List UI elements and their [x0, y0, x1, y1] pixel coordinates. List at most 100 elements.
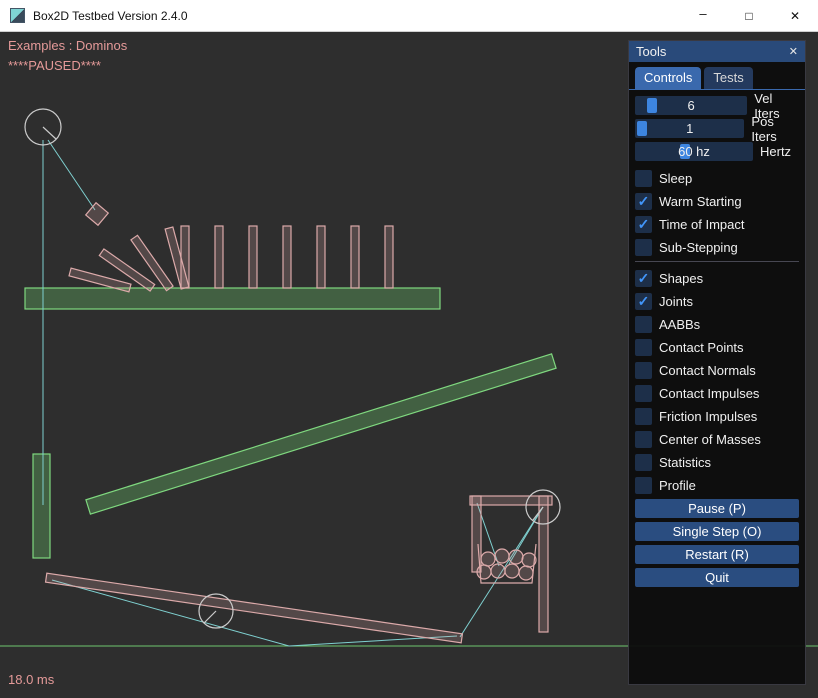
- checkbox-time-of-impact[interactable]: ✓: [635, 216, 652, 233]
- checkbox-sub-stepping[interactable]: [635, 239, 652, 256]
- checkbox-label: Friction Impulses: [659, 409, 757, 424]
- checkbox-label: Contact Points: [659, 340, 744, 355]
- checkbox-row-warm-starting: ✓ Warm Starting: [635, 192, 799, 211]
- minimize-button[interactable]: –: [680, 0, 726, 32]
- checkbox-row-profile: Profile: [635, 476, 799, 495]
- checkbox-sleep[interactable]: [635, 170, 652, 187]
- dynamic-bodies: [46, 203, 552, 643]
- check-icon: ✓: [638, 293, 650, 310]
- vel-iters-value: 6: [688, 98, 695, 113]
- ball: [481, 552, 495, 566]
- ball: [522, 553, 536, 567]
- checkbox-label: Warm Starting: [659, 194, 742, 209]
- frame-right-post: [539, 496, 548, 632]
- single-step-button[interactable]: Single Step (O): [635, 522, 799, 541]
- checkbox-label: Contact Impulses: [659, 386, 759, 401]
- checkbox-row-joints: ✓ Joints: [635, 292, 799, 311]
- slider-grab[interactable]: [647, 98, 657, 113]
- check-icon: ✓: [638, 193, 650, 210]
- checkbox-profile[interactable]: [635, 477, 652, 494]
- ball: [491, 564, 505, 578]
- hertz-label: Hertz: [760, 144, 791, 159]
- hertz-value: 60 hz: [678, 144, 710, 159]
- tilted-plank: [46, 573, 463, 643]
- checkbox-row-statistics: Statistics: [635, 453, 799, 472]
- tab-tests[interactable]: Tests: [704, 67, 752, 89]
- window-title: Box2D Testbed Version 2.4.0: [33, 9, 188, 23]
- checkbox-row-sleep: Sleep: [635, 169, 799, 188]
- domino: [283, 226, 291, 288]
- pause-button[interactable]: Pause (P): [635, 499, 799, 518]
- ball: [477, 565, 491, 579]
- pos-iters-value: 1: [686, 121, 693, 136]
- domino: [181, 226, 189, 288]
- pos-iters-row: 1 Pos Iters: [635, 119, 799, 138]
- check-icon: ✓: [638, 216, 650, 233]
- checkbox-label: Statistics: [659, 455, 711, 470]
- domino: [351, 226, 359, 288]
- checkbox-contact-normals[interactable]: [635, 362, 652, 379]
- checkbox-row-contact-impulses: Contact Impulses: [635, 384, 799, 403]
- checkbox-row-friction-impulses: Friction Impulses: [635, 407, 799, 426]
- checkbox-label: AABBs: [659, 317, 700, 332]
- domino: [385, 226, 393, 288]
- domino-platform: [25, 288, 440, 309]
- checkbox-row-time-of-impact: ✓ Time of Impact: [635, 215, 799, 234]
- checkbox-center-of-masses[interactable]: [635, 431, 652, 448]
- checkbox-joints[interactable]: ✓: [635, 293, 652, 310]
- tools-close-icon[interactable]: ✕: [789, 45, 798, 58]
- frame-time-label: 18.0 ms: [8, 672, 54, 687]
- vertical-slider-block: [33, 454, 50, 558]
- ball: [519, 566, 533, 580]
- diagonal-plank: [86, 354, 556, 514]
- checkbox-row-shapes: ✓ Shapes: [635, 269, 799, 288]
- checkbox-label: Joints: [659, 294, 693, 309]
- checkbox-label: Center of Masses: [659, 432, 761, 447]
- ball: [509, 550, 523, 564]
- tab-controls[interactable]: Controls: [635, 67, 701, 89]
- slider-grab[interactable]: [637, 121, 647, 136]
- caption-buttons: – □ ✕: [680, 0, 818, 32]
- checkbox-label: Shapes: [659, 271, 703, 286]
- checkbox-row-sub-stepping: Sub-Stepping: [635, 238, 799, 257]
- checkbox-shapes[interactable]: ✓: [635, 270, 652, 287]
- checkbox-row-aabbs: AABBs: [635, 315, 799, 334]
- checkbox-label: Time of Impact: [659, 217, 744, 232]
- checkbox-row-center-of-masses: Center of Masses: [635, 430, 799, 449]
- hertz-slider[interactable]: 60 hz: [635, 142, 753, 161]
- minimize-icon: –: [699, 6, 706, 21]
- checkbox-statistics[interactable]: [635, 454, 652, 471]
- vel-iters-row: 6 Vel Iters: [635, 96, 799, 115]
- domino: [317, 226, 325, 288]
- tools-content: 6 Vel Iters 1 Pos Iters 60 hz Hertz Slee…: [629, 90, 805, 597]
- paused-label: ****PAUSED****: [8, 58, 101, 73]
- checkbox-label: Sleep: [659, 171, 692, 186]
- hertz-row: 60 hz Hertz: [635, 142, 799, 161]
- tools-titlebar[interactable]: Tools ✕: [629, 41, 805, 62]
- ball: [505, 564, 519, 578]
- vel-iters-slider[interactable]: 6: [635, 96, 747, 115]
- check-icon: ✓: [638, 270, 650, 287]
- close-icon: ✕: [790, 9, 800, 23]
- separator: [635, 261, 799, 262]
- pos-iters-label: Pos Iters: [751, 114, 799, 144]
- maximize-button[interactable]: □: [726, 0, 772, 32]
- checkbox-contact-impulses[interactable]: [635, 385, 652, 402]
- tab-bar: Controls Tests: [629, 62, 805, 90]
- checkbox-friction-impulses[interactable]: [635, 408, 652, 425]
- quit-button[interactable]: Quit: [635, 568, 799, 587]
- tools-panel: Tools ✕ Controls Tests 6 Vel Iters 1 Pos…: [628, 40, 806, 685]
- close-button[interactable]: ✕: [772, 0, 818, 32]
- checkbox-row-contact-normals: Contact Normals: [635, 361, 799, 380]
- pos-iters-slider[interactable]: 1: [635, 119, 744, 138]
- maximize-icon: □: [745, 9, 752, 23]
- checkbox-label: Sub-Stepping: [659, 240, 738, 255]
- checkbox-row-contact-points: Contact Points: [635, 338, 799, 357]
- tools-title: Tools: [636, 44, 666, 59]
- example-label: Examples : Dominos: [8, 38, 127, 53]
- domino: [249, 226, 257, 288]
- restart-button[interactable]: Restart (R): [635, 545, 799, 564]
- checkbox-aabbs[interactable]: [635, 316, 652, 333]
- checkbox-warm-starting[interactable]: ✓: [635, 193, 652, 210]
- checkbox-contact-points[interactable]: [635, 339, 652, 356]
